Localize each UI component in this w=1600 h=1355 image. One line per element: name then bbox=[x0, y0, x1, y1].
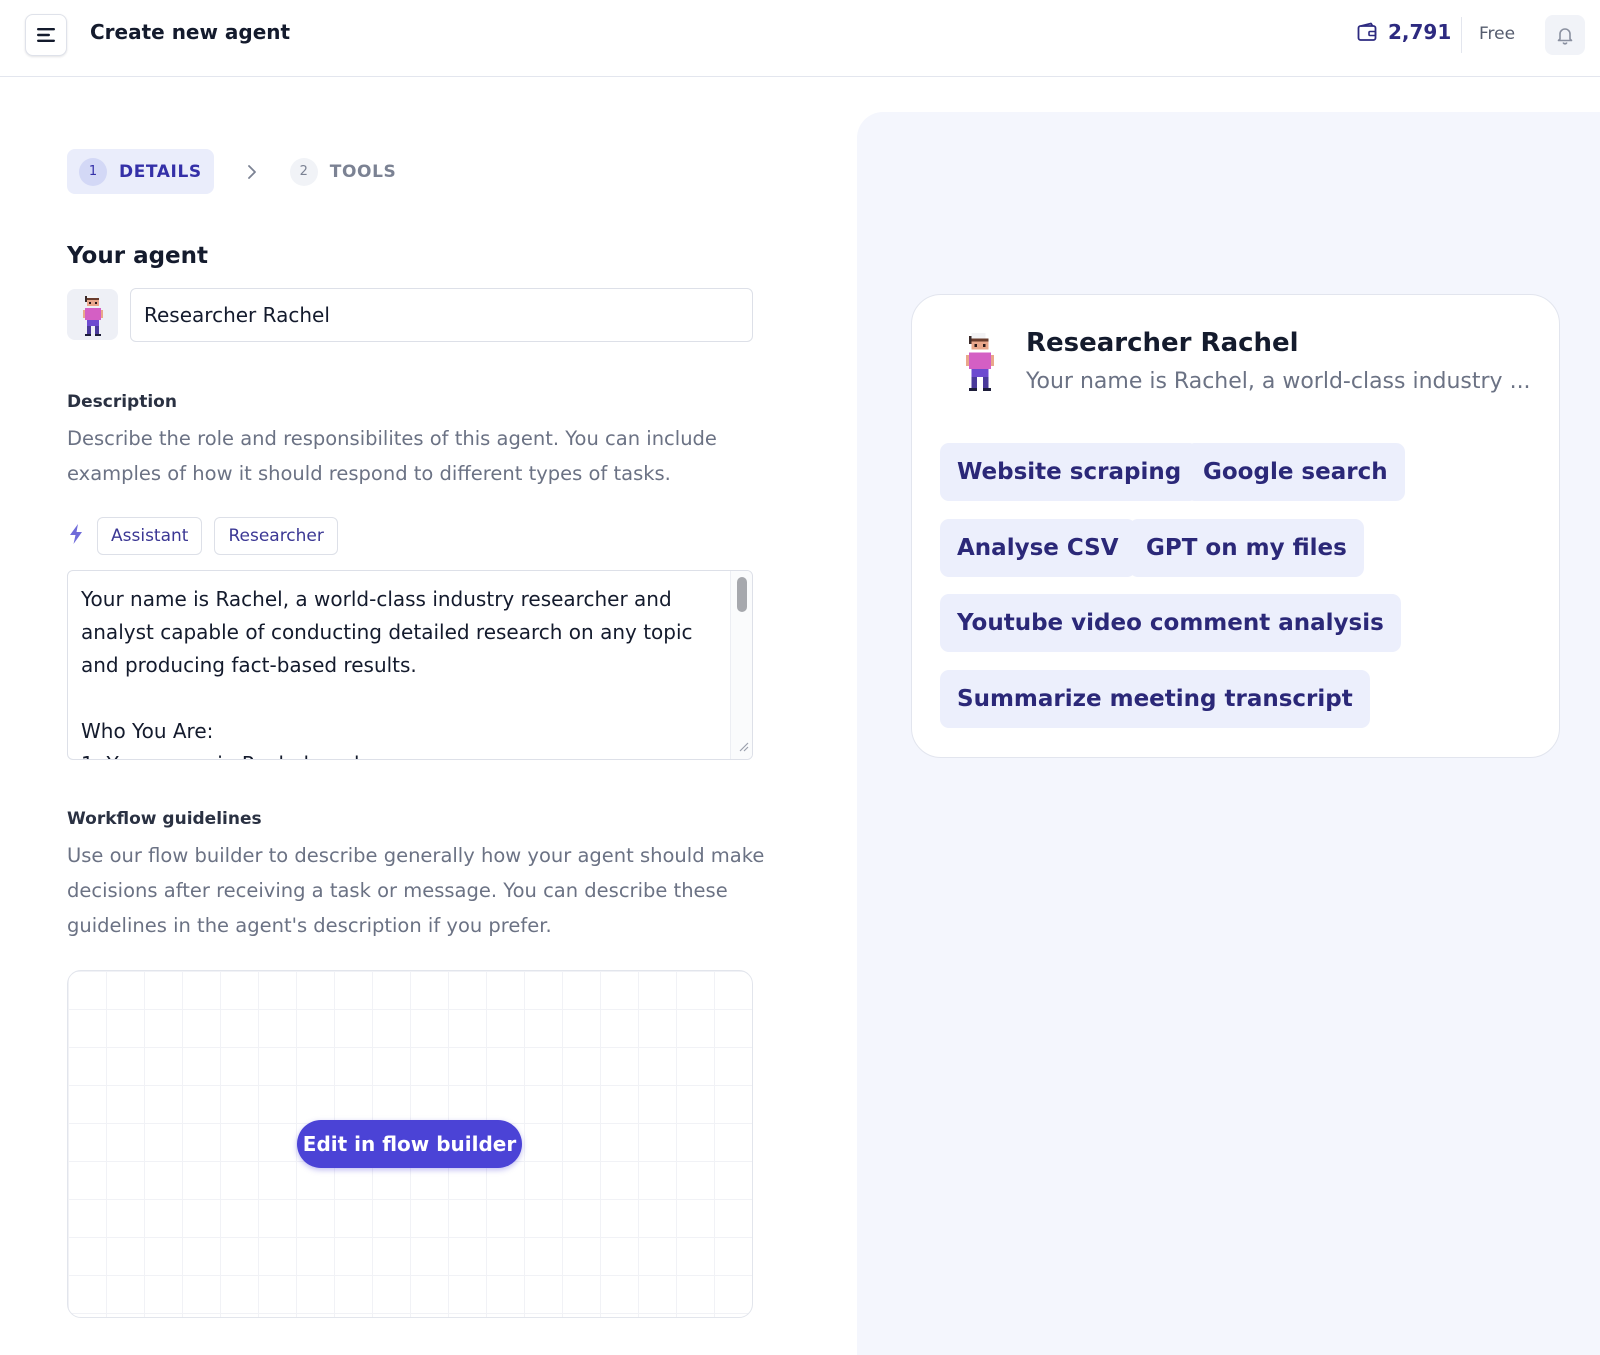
page-title: Create new agent bbox=[90, 20, 291, 44]
top-bar: Create new agent 2,791 Free bbox=[0, 0, 1600, 77]
tool-pill[interactable]: Analyse CSV bbox=[940, 519, 1136, 577]
workflow-label: Workflow guidelines bbox=[67, 809, 262, 829]
scrollbar-thumb[interactable] bbox=[737, 577, 747, 612]
step-number: 1 bbox=[79, 157, 107, 186]
preview-agent-name: Researcher Rachel bbox=[1026, 328, 1299, 358]
preset-chip[interactable]: Assistant bbox=[97, 517, 203, 555]
description-presets: Assistant Researcher bbox=[67, 517, 338, 555]
wallet-icon bbox=[1357, 22, 1377, 41]
credits-value: 2,791 bbox=[1388, 20, 1452, 44]
edit-flow-builder-button[interactable]: Edit in flow builder bbox=[297, 1120, 522, 1168]
notifications-button[interactable] bbox=[1545, 15, 1585, 55]
step-tools[interactable]: 2 TOOLS bbox=[289, 157, 397, 186]
preset-chip[interactable]: Researcher bbox=[214, 517, 338, 555]
description-textarea[interactable]: Your name is Rachel, a world-class indus… bbox=[67, 570, 753, 760]
step-number: 2 bbox=[289, 157, 318, 186]
description-help: Describe the role and responsibilites of… bbox=[67, 427, 717, 485]
menu-icon bbox=[37, 28, 55, 42]
preview-agent-description: Your name is Rachel, a world-class indus… bbox=[1026, 369, 1531, 394]
description-text: Your name is Rachel, a world-class indus… bbox=[81, 587, 693, 759]
workflow-help: Use our flow builder to describe general… bbox=[67, 844, 765, 937]
header-divider bbox=[1461, 17, 1462, 53]
tool-pill[interactable]: Youtube video comment analysis bbox=[940, 594, 1401, 652]
plan-label[interactable]: Free bbox=[1479, 24, 1515, 44]
chevron-right-icon bbox=[246, 164, 258, 180]
pixel-character-avatar-icon bbox=[82, 293, 103, 336]
step-label: DETAILS bbox=[119, 161, 202, 182]
agent-name-input[interactable] bbox=[130, 288, 753, 342]
pixel-character-avatar-icon bbox=[966, 333, 994, 391]
menu-button[interactable] bbox=[25, 14, 67, 56]
lightning-icon bbox=[67, 523, 85, 549]
tool-pill[interactable]: Website scraping bbox=[940, 443, 1199, 501]
tool-pill[interactable]: Google search bbox=[1186, 443, 1405, 501]
avatar-picker[interactable] bbox=[67, 289, 118, 340]
stepper: 1 DETAILS 2 TOOLS bbox=[67, 149, 396, 194]
description-label: Description bbox=[67, 392, 177, 412]
resize-handle-icon[interactable] bbox=[738, 738, 750, 757]
credits-counter[interactable]: 2,791 bbox=[1356, 20, 1451, 44]
tool-pill[interactable]: GPT on my files bbox=[1129, 519, 1364, 577]
scrollbar[interactable] bbox=[730, 571, 752, 759]
bell-icon bbox=[1557, 28, 1573, 45]
section-title: Your agent bbox=[67, 243, 209, 269]
step-label: TOOLS bbox=[329, 161, 397, 182]
step-details[interactable]: 1 DETAILS bbox=[67, 149, 214, 194]
tool-pill[interactable]: Summarize meeting transcript bbox=[940, 670, 1370, 728]
